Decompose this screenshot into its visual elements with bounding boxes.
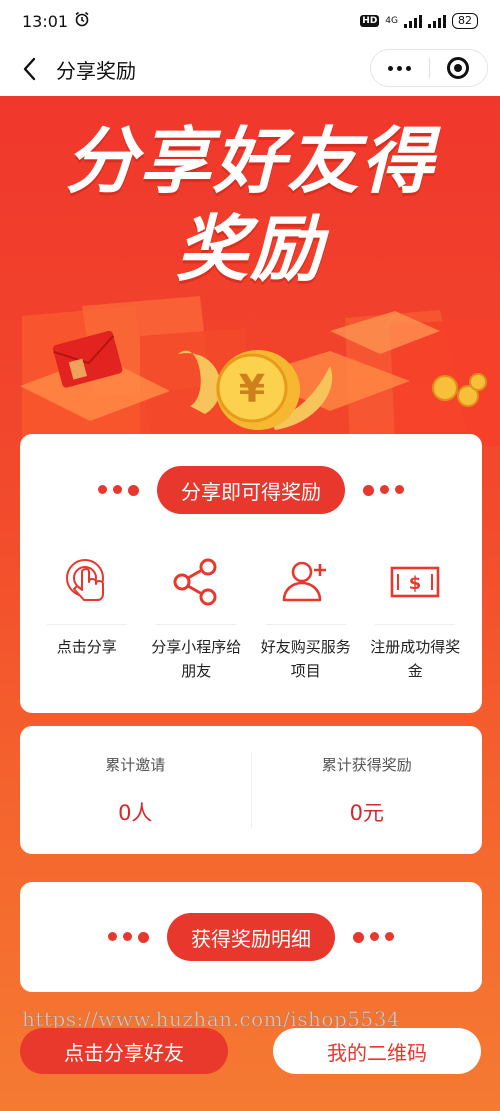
- step-label: 好友购买服务项目: [260, 638, 351, 680]
- svg-text:$: $: [409, 573, 422, 594]
- rewards-value: 0元: [349, 800, 384, 825]
- rewards-label: 累计获得奖励: [321, 755, 412, 774]
- step-separator: [265, 624, 346, 625]
- dots-right-icon: [353, 931, 394, 943]
- invites-label: 累计邀请: [105, 755, 166, 774]
- reward-details-button[interactable]: 获得奖励明细: [167, 913, 335, 961]
- back-button[interactable]: [6, 42, 54, 96]
- step-item: 点击分享: [32, 554, 142, 683]
- page-title: 分享奖励: [56, 58, 136, 83]
- network-type: 4G: [385, 16, 398, 26]
- status-time: 13:01: [22, 11, 69, 31]
- step-label: 注册成功得奖金: [370, 638, 461, 680]
- dots-left-icon: [98, 484, 139, 496]
- signal-icon-2: [428, 14, 446, 28]
- invites-value: 0人: [118, 800, 153, 825]
- target-icon: [447, 57, 470, 79]
- chevron-left-icon: [23, 57, 36, 81]
- tap-hand-icon: [59, 554, 115, 610]
- svg-text:¥: ¥: [239, 367, 265, 411]
- share-icon: [168, 554, 224, 610]
- step-label: 分享小程序给朋友: [151, 638, 242, 680]
- step-separator: [375, 624, 456, 625]
- step-separator: [156, 624, 237, 625]
- status-bar: 13:01 HD 4G 82: [0, 0, 500, 42]
- signal-icon: [404, 14, 422, 28]
- close-mini-program-button[interactable]: [430, 50, 488, 86]
- step-separator: [46, 624, 127, 625]
- alarm-icon: [74, 11, 90, 31]
- cash-icon: $: [387, 554, 443, 610]
- more-button[interactable]: [371, 50, 429, 86]
- details-pill-row: 获得奖励明细: [20, 913, 482, 961]
- mini-program-capsule: [370, 49, 488, 87]
- how-it-works-card: 分享即可得奖励 点击分享 分享小程序给朋友 好友购买服务项目 $ 注册成功得奖金: [20, 434, 482, 713]
- nav-bar: 分享奖励: [0, 42, 500, 96]
- hd-badge: HD: [360, 15, 380, 27]
- share-friends-button[interactable]: 点击分享好友: [20, 1028, 228, 1074]
- stats-card: 累计邀请 0人 累计获得奖励 0元: [20, 726, 482, 854]
- how-pill-row: 分享即可得奖励: [20, 466, 482, 514]
- steps-list: 点击分享 分享小程序给朋友 好友购买服务项目 $ 注册成功得奖金: [32, 554, 470, 683]
- step-item: 分享小程序给朋友: [142, 554, 252, 683]
- hero-title-line2: 奖励: [175, 207, 324, 291]
- reward-illustration: ¥: [20, 296, 500, 446]
- rewards-stat: 累计获得奖励 0元: [252, 726, 483, 854]
- dots-left-icon: [108, 931, 149, 943]
- step-item: $ 注册成功得奖金: [361, 554, 471, 683]
- main-content: 分享好友得 奖励 ¥ 分享即可得奖励 点击分享 分享小程序给朋友 好友购买服务项…: [0, 96, 500, 1111]
- battery-indicator: 82: [452, 13, 478, 29]
- coin-icon: ¥: [216, 350, 300, 430]
- add-user-icon: [278, 554, 334, 610]
- more-dots-icon: [388, 65, 412, 71]
- my-qr-code-button[interactable]: 我的二维码: [273, 1028, 481, 1074]
- reward-details-card: 获得奖励明细: [20, 882, 482, 992]
- step-item: 好友购买服务项目: [251, 554, 361, 683]
- how-pill-label: 分享即可得奖励: [157, 466, 345, 514]
- step-label: 点击分享: [56, 638, 117, 656]
- invites-stat: 累计邀请 0人: [20, 726, 251, 854]
- dots-right-icon: [363, 484, 404, 496]
